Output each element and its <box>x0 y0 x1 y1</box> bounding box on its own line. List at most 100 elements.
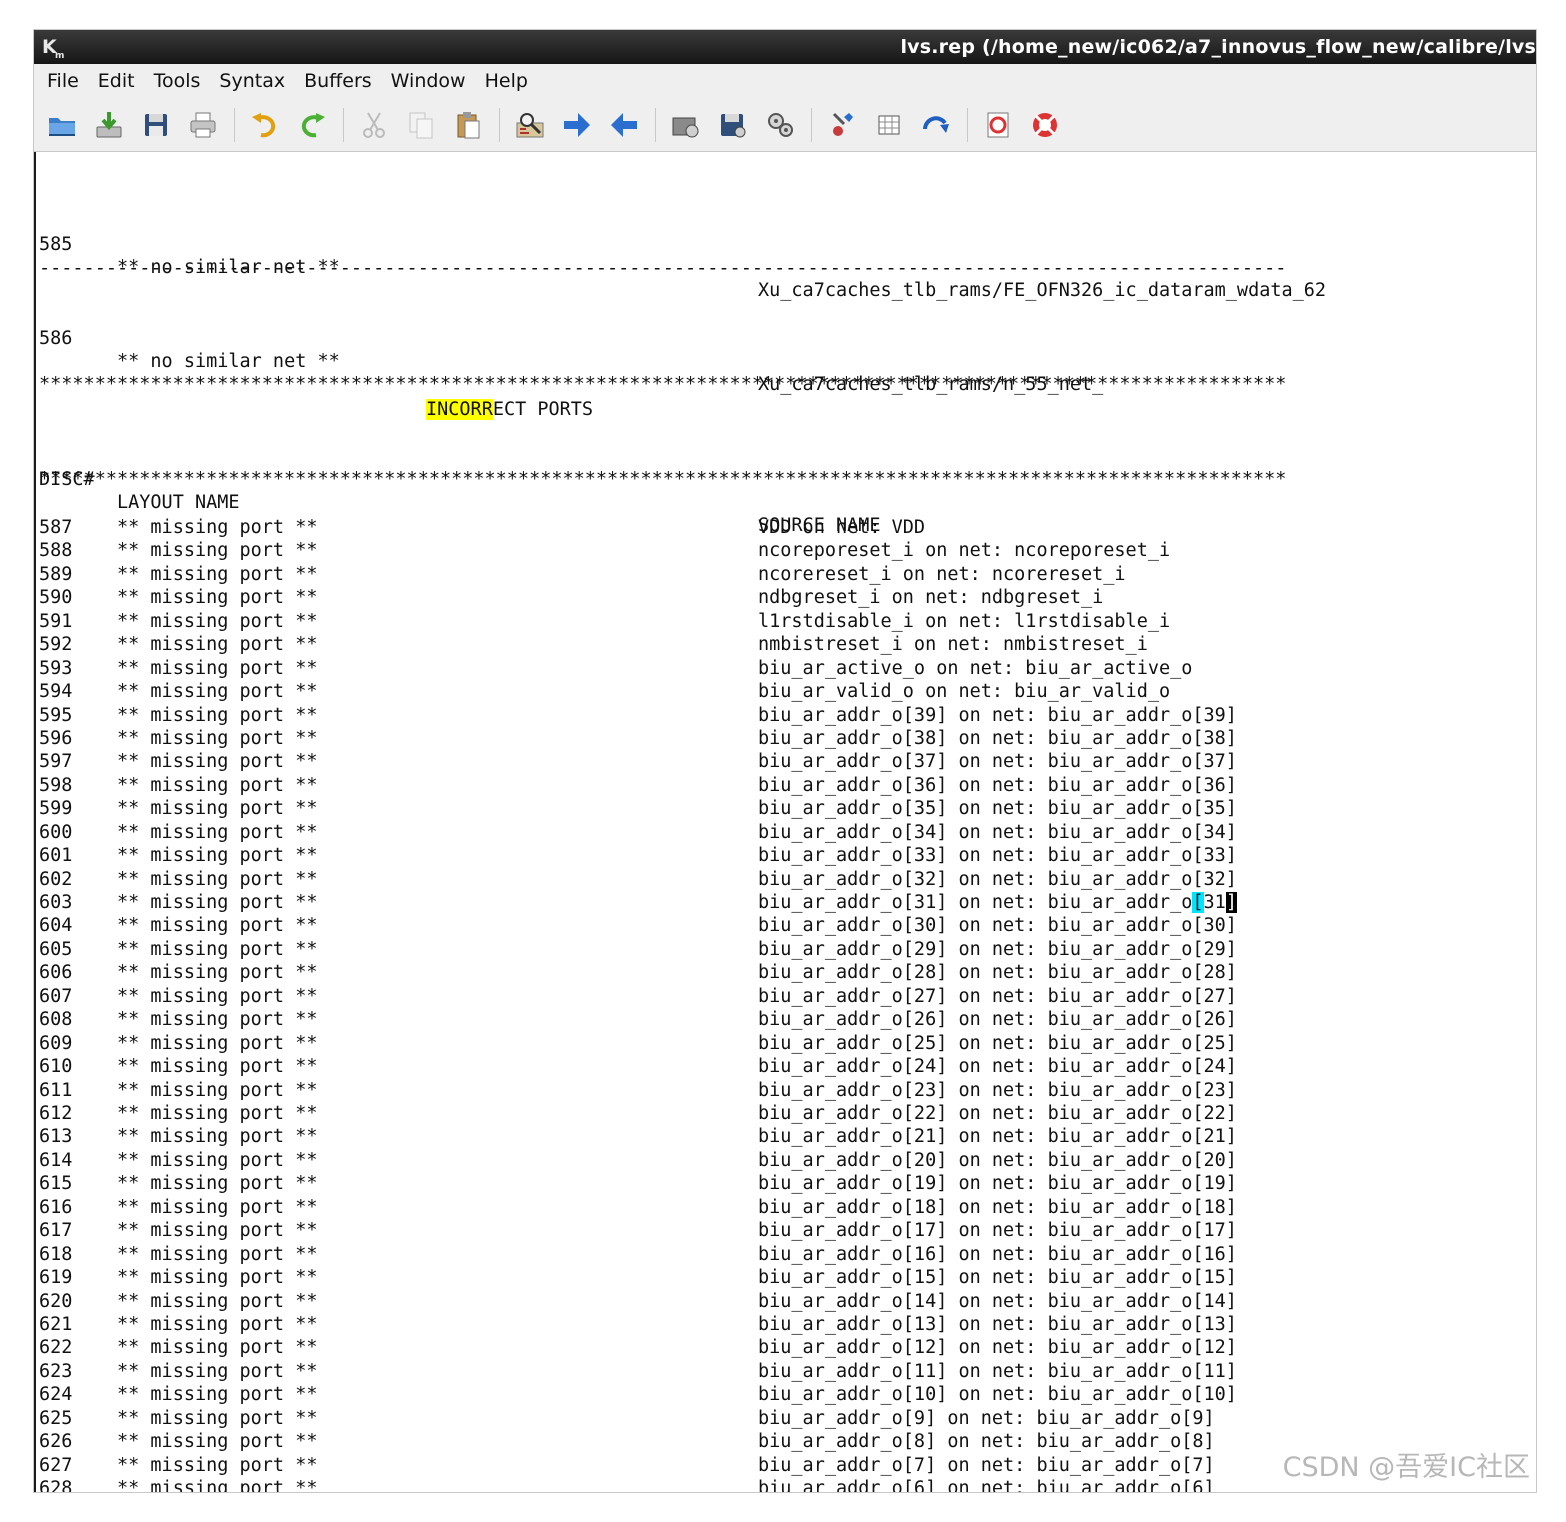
disc-number: 607 <box>39 985 73 1007</box>
layout-name: ** missing port ** <box>117 657 318 679</box>
save-session-icon[interactable] <box>715 107 751 143</box>
layout-name: ** missing port ** <box>117 563 318 585</box>
disc-number: 623 <box>39 1360 73 1382</box>
disc-number: 617 <box>39 1220 73 1242</box>
toolbar-separator <box>967 107 968 142</box>
layout-name: ** missing port ** <box>117 1384 318 1406</box>
disc-number: 600 <box>39 821 73 843</box>
source-name: biu_ar_addr_o[10] on net: biu_ar_addr_o[… <box>758 1384 1237 1406</box>
disc-number: 618 <box>39 1243 73 1265</box>
run-script-icon[interactable] <box>762 107 798 143</box>
find-replace-icon[interactable] <box>512 107 548 143</box>
menu-buffers[interactable]: Buffers <box>304 70 372 92</box>
layout-name: ** missing port ** <box>117 1243 318 1265</box>
layout-name: ** missing port ** <box>117 962 318 984</box>
disc-number: 613 <box>39 1126 73 1148</box>
layout-name: ** missing port ** <box>117 985 318 1007</box>
layout-name: ** missing port ** <box>117 798 318 820</box>
print-icon[interactable] <box>185 107 221 143</box>
layout-name: ** missing port ** <box>117 1313 318 1335</box>
source-name: VDD on net: VDD <box>758 517 926 538</box>
source-name: ndbgreset_i on net: ndbgreset_i <box>758 587 1104 609</box>
forward-arrow-icon[interactable] <box>559 107 595 143</box>
layout-name: ** missing port ** <box>117 1009 318 1031</box>
source-name: Xu_ca7caches_tlb_rams/FE_OFN326_ic_datar… <box>758 280 1327 301</box>
disc-number: 614 <box>39 1149 73 1171</box>
source-name: biu_ar_addr_o[20] on net: biu_ar_addr_o[… <box>758 1149 1237 1171</box>
layout-name: ** missing port ** <box>117 1126 318 1148</box>
disc-number: 609 <box>39 1032 73 1054</box>
report-line-585: 585 ** no similar net ** Xu_ca7caches_tl… <box>39 210 1326 301</box>
open-folder-icon[interactable] <box>44 107 80 143</box>
jump-tag-icon[interactable] <box>918 107 954 143</box>
source-name: biu_ar_addr_o[12] on net: biu_ar_addr_o[… <box>758 1337 1237 1359</box>
source-name: biu_ar_addr_o[39] on net: biu_ar_addr_o[… <box>758 704 1237 726</box>
disc-number: 586 <box>39 328 73 349</box>
disc-number: 608 <box>39 1009 73 1031</box>
source-name: biu_ar_addr_o[13] on net: biu_ar_addr_o[… <box>758 1313 1237 1335</box>
disc-number: 616 <box>39 1196 73 1218</box>
layout-name: ** missing port ** <box>117 540 318 562</box>
cut-icon[interactable] <box>356 107 392 143</box>
layout-name: ** missing port ** <box>117 1337 318 1359</box>
star-separator-top: ****************************************… <box>39 374 1287 395</box>
layout-name: ** missing port ** <box>117 1407 318 1429</box>
matching-bracket-highlight: [ <box>1192 892 1204 914</box>
source-name: biu_ar_addr_o[15] on net: biu_ar_addr_o[… <box>758 1267 1237 1289</box>
disc-number: 611 <box>39 1079 73 1101</box>
disc-number: 593 <box>39 657 73 679</box>
layout-name: ** missing port ** <box>117 1103 318 1124</box>
source-name: biu_ar_addr_o[18] on net: biu_ar_addr_o[… <box>758 1196 1237 1218</box>
layout-name: ** missing port ** <box>117 892 318 914</box>
layout-name: ** no similar net ** <box>117 351 340 372</box>
disc-number: 591 <box>39 610 73 632</box>
menu-edit[interactable]: Edit <box>98 70 135 92</box>
help-icon[interactable] <box>980 107 1016 143</box>
source-name: biu_ar_addr_o[37] on net: biu_ar_addr_o[… <box>758 751 1237 773</box>
source-name: biu_ar_addr_o[16] on net: biu_ar_addr_o[… <box>758 1243 1237 1265</box>
disc-number: 599 <box>39 798 73 820</box>
source-name: biu_ar_addr_o[25] on net: biu_ar_addr_o[… <box>758 1032 1237 1054</box>
text-editor-area[interactable]: 585 ** no similar net ** Xu_ca7caches_tl… <box>39 152 1536 1492</box>
load-session-icon[interactable] <box>668 107 704 143</box>
table-icon[interactable] <box>871 107 907 143</box>
source-name: biu_ar_addr_o[26] on net: biu_ar_addr_o[… <box>758 1009 1237 1031</box>
window-title: lvs.rep (/home_new/ic062/a7_innovus_flow… <box>900 36 1536 58</box>
disc-number: 606 <box>39 962 73 984</box>
title-bar[interactable]: Km lvs.rep (/home_new/ic062/a7_innovus_f… <box>34 30 1536 64</box>
download-save-icon[interactable] <box>91 107 127 143</box>
menu-file[interactable]: File <box>47 70 79 92</box>
menu-help[interactable]: Help <box>485 70 528 92</box>
make-icon[interactable] <box>824 107 860 143</box>
toolbar-separator <box>343 107 344 142</box>
source-name: nmbistreset_i on net: nmbistreset_i <box>758 634 1148 656</box>
source-name: biu_ar_active_o on net: biu_ar_active_o <box>758 657 1193 679</box>
menu-window[interactable]: Window <box>391 70 466 92</box>
vim-app-icon[interactable]: Km <box>42 35 66 61</box>
find-help-icon[interactable] <box>1027 107 1063 143</box>
back-arrow-icon[interactable] <box>606 107 642 143</box>
disc-number: 588 <box>39 540 73 562</box>
layout-name: ** missing port ** <box>117 634 318 656</box>
source-name: biu_ar_addr_o[36] on net: biu_ar_addr_o[… <box>758 774 1237 796</box>
disc-number: 602 <box>39 868 73 890</box>
undo-icon[interactable] <box>247 107 283 143</box>
paste-icon[interactable] <box>450 107 486 143</box>
menu-tools[interactable]: Tools <box>154 70 201 92</box>
disc-number: 601 <box>39 845 73 867</box>
layout-name: ** missing port ** <box>117 610 318 632</box>
disc-number: 590 <box>39 587 73 609</box>
copy-icon[interactable] <box>403 107 439 143</box>
disc-number: 587 <box>39 517 73 538</box>
source-name: biu_ar_addr_o[21] on net: biu_ar_addr_o[… <box>758 1126 1237 1148</box>
redo-icon[interactable] <box>294 107 330 143</box>
floppy-save-icon[interactable] <box>138 107 174 143</box>
menu-syntax[interactable]: Syntax <box>219 70 285 92</box>
layout-name: ** missing port ** <box>117 517 318 538</box>
toolbar-separator <box>811 107 812 142</box>
disc-number: 603 <box>39 892 73 914</box>
source-name: biu_ar_addr_o[33] on net: biu_ar_addr_o[… <box>758 845 1237 867</box>
layout-name: ** missing port ** <box>117 938 318 960</box>
layout-name: ** missing port ** <box>117 1454 318 1476</box>
layout-name: ** missing port ** <box>117 1220 318 1242</box>
